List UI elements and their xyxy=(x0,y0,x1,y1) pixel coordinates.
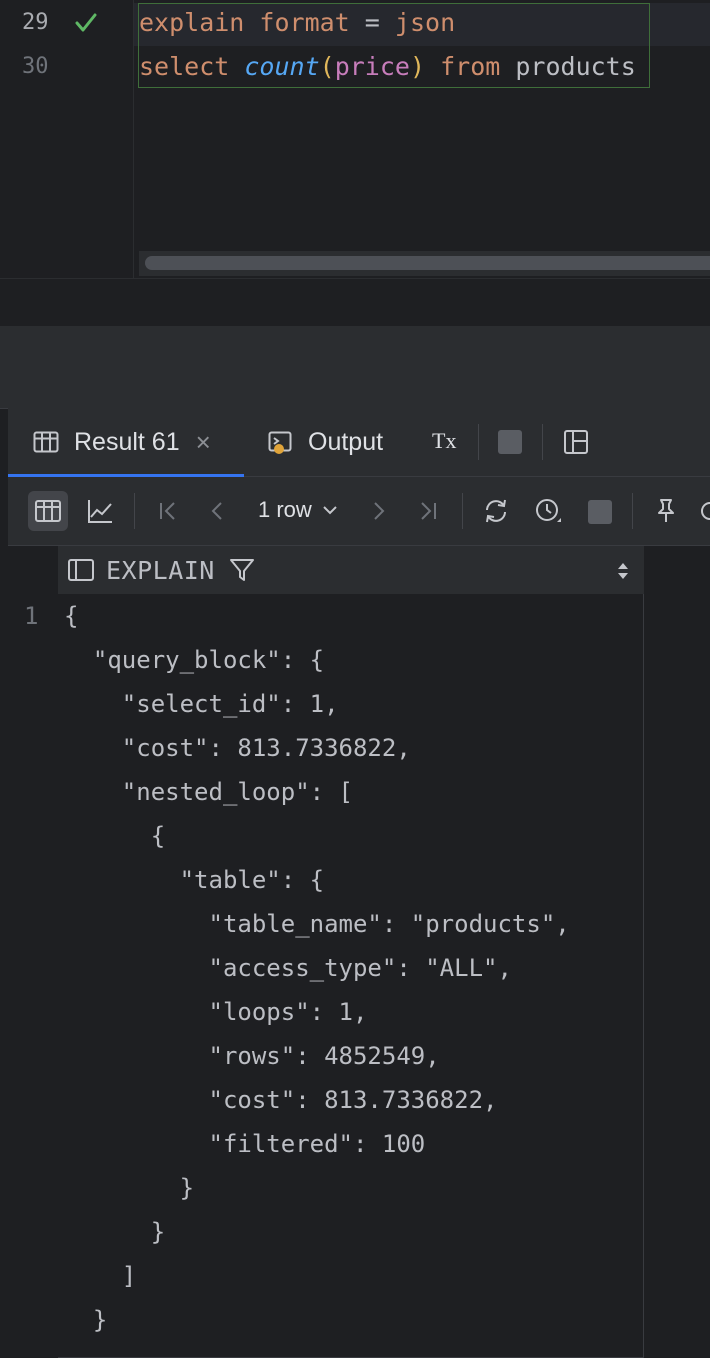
refresh-icon xyxy=(486,499,506,523)
history-button[interactable] xyxy=(528,491,568,531)
json-line: } xyxy=(64,1306,108,1334)
keyword-json: json xyxy=(394,8,456,37)
code-line-29[interactable]: explain format = json xyxy=(139,8,455,37)
line-number: 30 xyxy=(22,54,49,79)
chart-view-button[interactable] xyxy=(80,491,120,531)
json-line: "access_type": "ALL", xyxy=(64,954,512,982)
column-header-explain[interactable]: EXPLAIN xyxy=(58,546,644,594)
result-side-area xyxy=(645,546,710,1358)
json-line: "cost": 813.7336822, xyxy=(64,734,411,762)
keyword-explain: explain xyxy=(139,8,245,37)
next-page-button[interactable] xyxy=(358,491,398,531)
json-line: "table": { xyxy=(64,866,325,894)
json-line: "nested_loop": [ xyxy=(64,778,353,806)
function-count: count xyxy=(244,52,320,81)
stop-icon[interactable] xyxy=(588,500,612,524)
result-panel: 1 EXPLAIN { "query_block": { "select_id"… xyxy=(8,546,710,1358)
result-toolbar: 1 row xyxy=(8,477,710,546)
json-line: "query_block": { xyxy=(64,646,325,674)
table-icon xyxy=(35,500,61,522)
paren-open: ( xyxy=(319,52,335,81)
divider xyxy=(462,493,463,529)
stop-icon[interactable] xyxy=(498,430,522,454)
filter-icon[interactable] xyxy=(227,555,257,585)
json-line: { xyxy=(64,602,79,630)
keyword-select: select xyxy=(139,52,230,81)
clock-icon xyxy=(536,499,561,522)
table-icon xyxy=(33,431,59,453)
sort-icon[interactable] xyxy=(616,560,630,582)
layout-icon[interactable] xyxy=(562,428,590,456)
table-products: products xyxy=(515,52,636,81)
pin-icon xyxy=(658,499,674,522)
first-page-button[interactable] xyxy=(148,491,188,531)
json-line: "loops": 1, xyxy=(64,998,368,1026)
tab-output[interactable]: Output xyxy=(266,408,383,476)
json-line: { xyxy=(64,822,166,850)
scrollbar-thumb[interactable] xyxy=(145,256,710,270)
json-line: "table_name": "products", xyxy=(64,910,570,938)
close-icon[interactable]: × xyxy=(196,427,211,458)
chevron-left-icon xyxy=(211,502,222,520)
keyword-from: from xyxy=(440,52,501,81)
last-page-button[interactable] xyxy=(408,491,448,531)
previous-page-button[interactable] xyxy=(198,491,238,531)
editor-bottom-band xyxy=(0,278,710,327)
console-output-icon xyxy=(268,431,292,454)
tab-output-label: Output xyxy=(308,427,384,456)
column-header-label: EXPLAIN xyxy=(106,555,215,585)
pin-tab-button[interactable] xyxy=(646,491,686,531)
line-number: 1 xyxy=(24,602,39,630)
refresh-button[interactable] xyxy=(476,491,516,531)
tab-result-label: Result 61 xyxy=(74,427,180,456)
divider xyxy=(632,493,633,529)
chevron-down-icon xyxy=(323,506,337,515)
services-panel-header xyxy=(0,326,710,409)
json-line: "select_id": 1, xyxy=(64,690,339,718)
keyword-format: format xyxy=(259,8,350,37)
json-line: "filtered": 100 xyxy=(64,1130,426,1158)
operator-equals: = xyxy=(364,8,380,37)
line-chart-icon xyxy=(88,500,112,523)
table-view-button[interactable] xyxy=(28,491,68,531)
json-line: } xyxy=(64,1218,166,1246)
code-line-30[interactable]: select count(price) from products xyxy=(139,52,636,81)
transaction-tab[interactable]: Tx xyxy=(432,428,456,454)
json-line: } xyxy=(64,1174,195,1202)
panel-toggle-icon[interactable] xyxy=(66,555,96,585)
json-line: "cost": 813.7336822, xyxy=(64,1086,498,1114)
result-tab-bar: Result 61 × Output Tx xyxy=(8,408,710,477)
divider xyxy=(134,493,135,529)
result-gutter: 1 xyxy=(8,546,58,1358)
row-count-label: 1 row xyxy=(258,497,312,522)
check-icon xyxy=(75,13,97,32)
column-price: price xyxy=(334,52,410,81)
last-page-icon xyxy=(421,502,436,520)
tab-result-61[interactable]: Result 61 × xyxy=(32,408,211,476)
row-count-dropdown[interactable]: 1 row xyxy=(258,497,340,523)
chevron-right-icon xyxy=(374,502,385,520)
sql-editor[interactable]: 29 30 explain format = json select count… xyxy=(0,0,710,278)
paren-close: ) xyxy=(409,52,426,81)
divider xyxy=(542,424,543,460)
json-value-viewer[interactable]: { "query_block": { "select_id": 1, "cost… xyxy=(58,594,644,1358)
divider xyxy=(478,424,479,460)
first-page-icon xyxy=(160,502,175,520)
editor-gutter: 29 30 xyxy=(0,0,134,278)
line-number: 29 xyxy=(22,10,49,35)
json-line: "rows": 4852549, xyxy=(64,1042,440,1070)
json-line: ] xyxy=(64,1262,137,1290)
horizontal-scrollbar[interactable] xyxy=(139,251,710,276)
search-icon[interactable] xyxy=(700,501,710,523)
